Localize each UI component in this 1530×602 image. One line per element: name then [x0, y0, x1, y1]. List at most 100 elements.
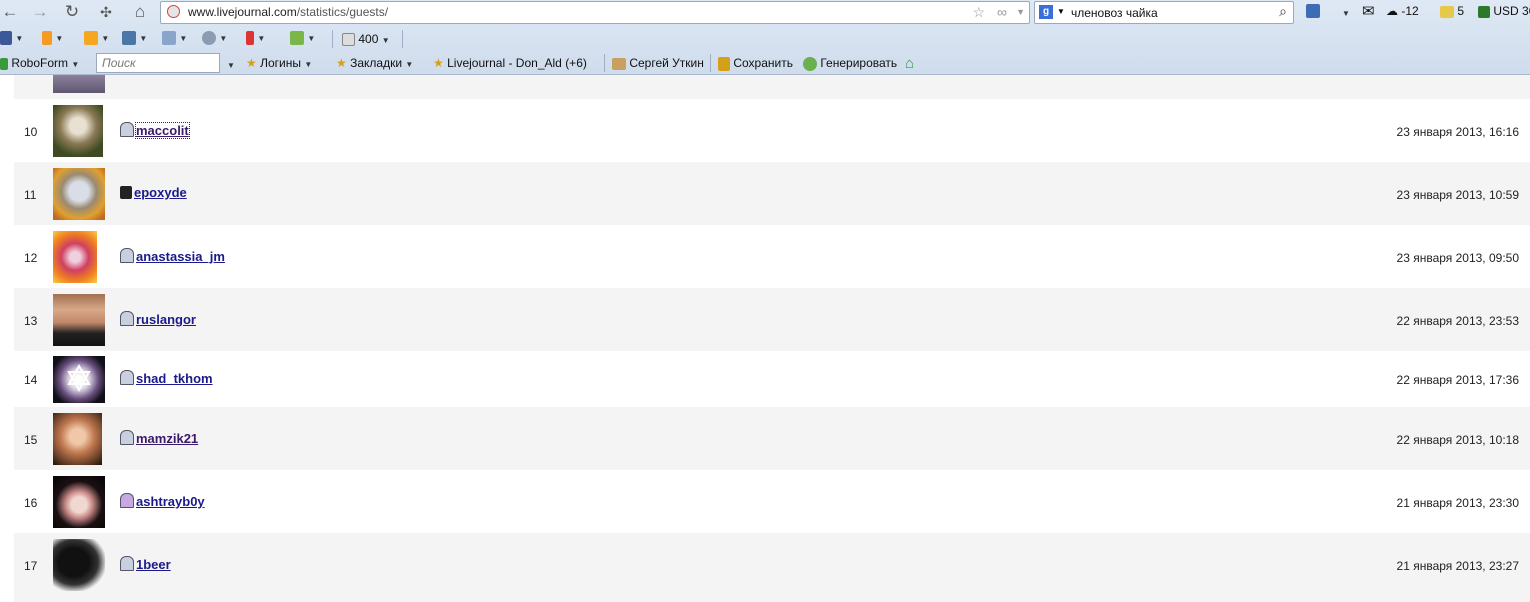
search-query[interactable]: членовоз чайка [1071, 6, 1158, 20]
community-icon [120, 186, 132, 199]
search-dropdown-icon[interactable]: ▼ [227, 57, 235, 71]
guests-table: 10 maccolit 23 января 2013, 16:16 11 epo… [0, 75, 1530, 602]
avatar[interactable] [53, 476, 105, 528]
avatar[interactable] [53, 75, 105, 93]
mail-icon[interactable]: ✉ [1362, 2, 1375, 20]
person-bookmark[interactable]: Сергей Уткин [612, 56, 704, 70]
bookmarks-menu[interactable]: ★ Закладки ▼ [336, 56, 413, 70]
star-icon[interactable]: ☆ [972, 4, 985, 21]
visit-date: 23 января 2013, 16:16 [1396, 125, 1519, 139]
username-link[interactable]: 1beer [120, 556, 171, 572]
username-link[interactable]: epoxyde [120, 185, 187, 200]
search-bar[interactable]: g ▼ членовоз чайка ⌕ [1034, 1, 1294, 24]
lj-bookmark[interactable]: ★ Livejournal - Don_Ald (+6) [433, 56, 587, 70]
table-row: 10 maccolit 23 января 2013, 16:16 [14, 99, 1530, 162]
weather-widget[interactable]: ☁ -12 [1386, 4, 1419, 18]
bird-icon[interactable]: ▼ [290, 30, 315, 45]
addons-icon[interactable]: ✣ [96, 2, 116, 22]
roboform-menu[interactable]: RoboForm ▼ [0, 56, 79, 70]
social-toolbar: ▼ ▼ ▼ ▼ ▼ ▼ ▼ ▼ 400 ▼ [0, 27, 1530, 51]
email-icon[interactable]: ▼ [162, 30, 187, 45]
search-icon[interactable]: ⌕ [1279, 3, 1287, 20]
engine-dropdown-icon[interactable]: ▼ [1057, 7, 1065, 16]
row-number: 14 [24, 373, 38, 387]
user-icon [120, 248, 134, 263]
avatar[interactable] [53, 231, 97, 283]
table-row [14, 75, 1530, 99]
username-link[interactable]: ashtrayb0y [120, 493, 205, 509]
address-bar[interactable]: www.livejournal.com/statistics/guests/ ☆… [160, 1, 1030, 24]
mailru-icon[interactable]: ▼ [84, 30, 109, 45]
search-placeholder: Поиск [102, 56, 136, 70]
forward-icon[interactable]: → [30, 2, 50, 22]
home-icon[interactable]: ⌂ [130, 2, 150, 22]
toolbar-separator [332, 30, 333, 48]
table-row: 12 anastassia_jm 23 января 2013, 09:50 [14, 225, 1530, 288]
username-link[interactable]: maccolit [120, 122, 190, 139]
username: anastassia_jm [136, 249, 225, 264]
avatar[interactable] [53, 539, 105, 591]
lj-more: (+6) [565, 56, 587, 70]
avatar[interactable] [53, 356, 105, 403]
save-button[interactable]: Сохранить [718, 56, 793, 71]
odnoklassniki-icon[interactable]: ▼ [42, 30, 63, 45]
avatar[interactable] [53, 413, 102, 465]
generate-button[interactable]: Генерировать [803, 56, 897, 71]
visit-date: 22 января 2013, 23:53 [1396, 314, 1519, 328]
back-icon[interactable]: ← [0, 2, 20, 22]
row-number: 17 [24, 559, 38, 573]
row-number: 12 [24, 251, 38, 265]
avatar[interactable] [53, 105, 103, 157]
person-icon[interactable]: ▼ [202, 30, 227, 45]
username-link[interactable]: ruslangor [120, 311, 196, 327]
bookmark-menu-dropdown[interactable]: ▼ [1342, 5, 1350, 19]
username-link[interactable]: mamzik21 [120, 430, 198, 446]
runner-icon[interactable]: ▼ [246, 30, 265, 45]
navigation-bar: ← → ↻ ✣ ⌂ www.livejournal.com/statistics… [0, 0, 1530, 24]
bookmark-menu-icon[interactable] [1306, 3, 1320, 18]
toolbar-separator [710, 54, 711, 72]
mail-counter[interactable]: 5 [1440, 4, 1464, 18]
star-of-david-icon [67, 363, 91, 393]
google-icon[interactable]: g [1039, 5, 1053, 19]
roboform-search-input[interactable]: Поиск [96, 53, 220, 73]
row-number: 16 [24, 496, 38, 510]
username: mamzik21 [136, 431, 199, 446]
logins-menu[interactable]: ★ Логины ▼ [246, 56, 312, 70]
logins-label: Логины [260, 56, 301, 70]
dropdown-icon[interactable]: ▼ [1016, 7, 1025, 17]
site-favicon [167, 5, 180, 18]
currency-widget[interactable]: USD 30 [1478, 4, 1530, 18]
user-icon [120, 370, 134, 385]
mail-count: 5 [1457, 4, 1465, 18]
table-row: 16 ashtrayb0y 21 января 2013, 23:30 [14, 470, 1530, 533]
row-number: 15 [24, 433, 38, 447]
user-icon [120, 430, 134, 445]
visit-date: 21 января 2013, 23:27 [1396, 559, 1519, 573]
currency-value: USD 30 [1493, 4, 1530, 18]
avatar[interactable] [53, 294, 105, 346]
bookmarks-label: Закладки [350, 56, 403, 70]
username: epoxyde [134, 185, 187, 200]
table-row: 11 epoxyde 23 января 2013, 10:59 [14, 162, 1530, 225]
reload-icon[interactable]: ↻ [62, 2, 82, 22]
home-bookmark-icon[interactable]: ⌂ [905, 55, 914, 72]
facebook-icon[interactable]: ▼ [0, 30, 23, 45]
counter-widget[interactable]: 400 ▼ [342, 32, 390, 47]
url-host: www.livejournal.com [188, 5, 297, 19]
save-label: Сохранить [733, 56, 793, 70]
generate-label: Генерировать [820, 56, 898, 70]
avatar[interactable] [53, 168, 105, 220]
user-icon [120, 493, 134, 508]
counter-value: 400 [358, 32, 379, 46]
visit-date: 21 января 2013, 23:30 [1396, 496, 1519, 510]
row-number: 13 [24, 314, 38, 328]
lj-label: Livejournal - Don_Ald [447, 56, 562, 70]
reader-icon[interactable]: ∞ [997, 4, 1007, 20]
bookmarks-toolbar: RoboForm ▼ Поиск ▼ ★ Логины ▼ ★ Закладки… [0, 52, 1530, 74]
username-link[interactable]: anastassia_jm [120, 248, 225, 264]
toolbar-separator [604, 54, 605, 72]
username-link[interactable]: shad_tkhom [120, 370, 213, 386]
username: ruslangor [136, 312, 196, 327]
vkontakte-icon[interactable]: ▼ [122, 30, 147, 45]
